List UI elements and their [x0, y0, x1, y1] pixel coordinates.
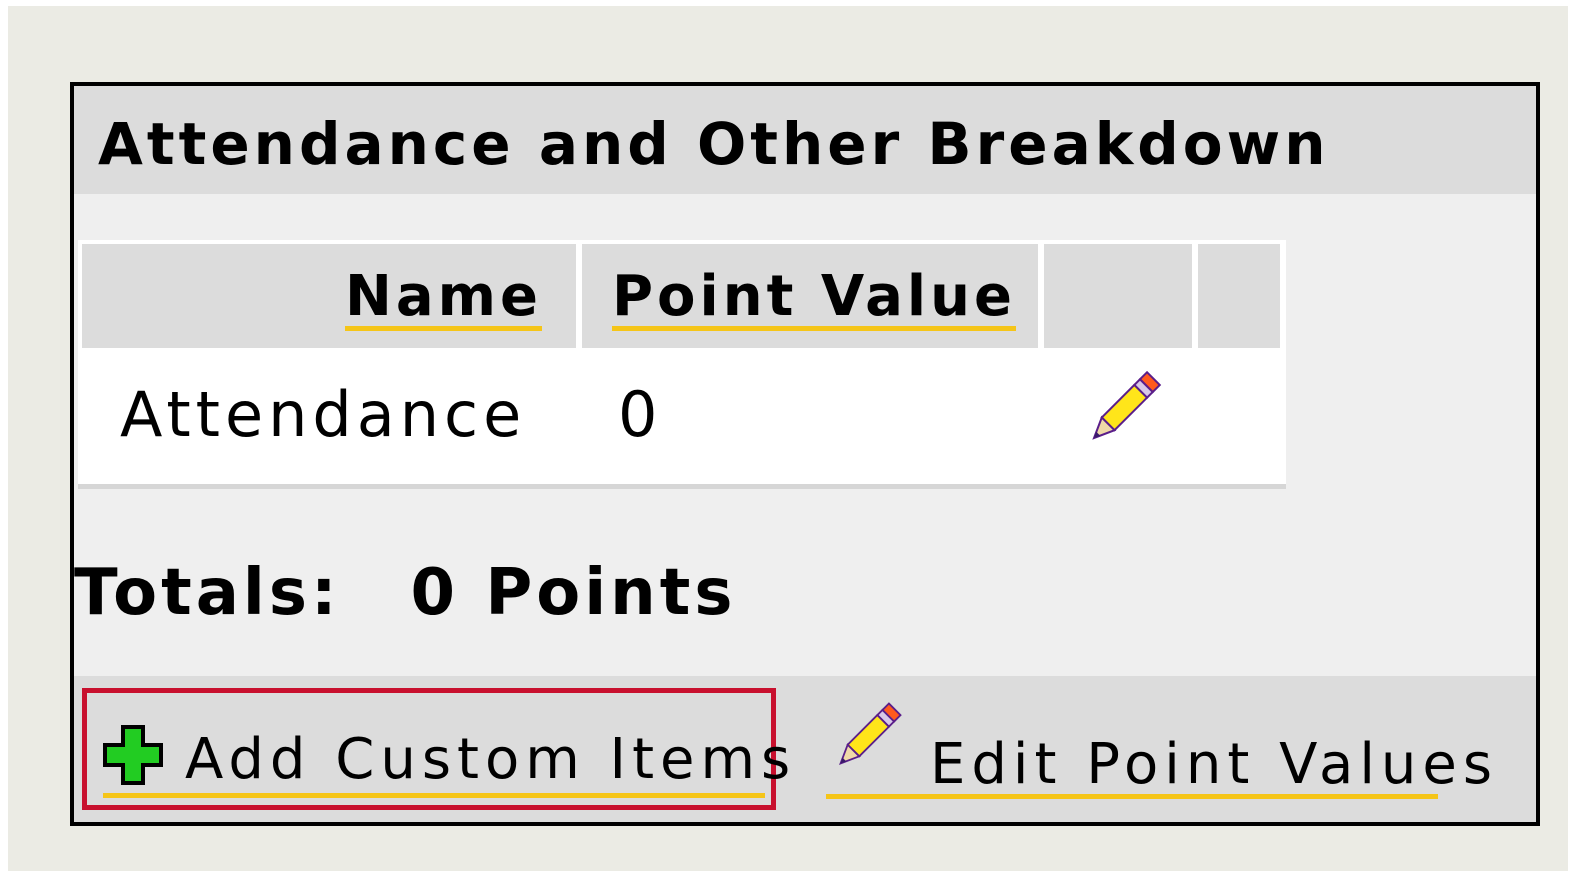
- table-row: Attendance 0: [78, 348, 1286, 482]
- pencil-icon[interactable]: [1078, 364, 1168, 454]
- panel-title: Attendance and Other Breakdown: [98, 110, 1330, 178]
- edit-point-values-label[interactable]: Edit Point Values: [930, 736, 1498, 794]
- column-header-edit: [1044, 244, 1192, 348]
- panel-header: Attendance and Other Breakdown: [74, 86, 1536, 194]
- column-header-point-value-label[interactable]: Point Value: [612, 268, 1016, 331]
- panel-footer: Add Custom Items Edit Point Values: [74, 676, 1536, 822]
- row-name: Attendance: [120, 378, 527, 451]
- add-custom-items-label[interactable]: Add Custom Items: [185, 731, 796, 789]
- column-header-name-label[interactable]: Name: [345, 268, 542, 331]
- totals: Totals: 0 Points: [74, 556, 736, 630]
- edit-point-values-button[interactable]: Edit Point Values: [826, 696, 1492, 808]
- plus-icon: [103, 725, 163, 785]
- column-header-name[interactable]: Name: [82, 244, 576, 348]
- edit-point-values-underline: [826, 794, 1438, 799]
- totals-value: 0 Points: [410, 556, 737, 630]
- page-background: Attendance and Other Breakdown Name Poin…: [8, 6, 1568, 871]
- column-header-extra: [1198, 244, 1280, 348]
- totals-label: Totals:: [74, 556, 341, 630]
- column-header-point-value[interactable]: Point Value: [582, 244, 1038, 348]
- add-custom-items-button[interactable]: Add Custom Items: [82, 688, 790, 810]
- breakdown-panel: Attendance and Other Breakdown Name Poin…: [70, 82, 1540, 826]
- breakdown-table: Name Point Value Attendance 0: [78, 240, 1286, 489]
- pencil-icon: [826, 696, 908, 778]
- row-point-value: 0: [618, 378, 663, 451]
- add-custom-items-underline: [103, 793, 765, 798]
